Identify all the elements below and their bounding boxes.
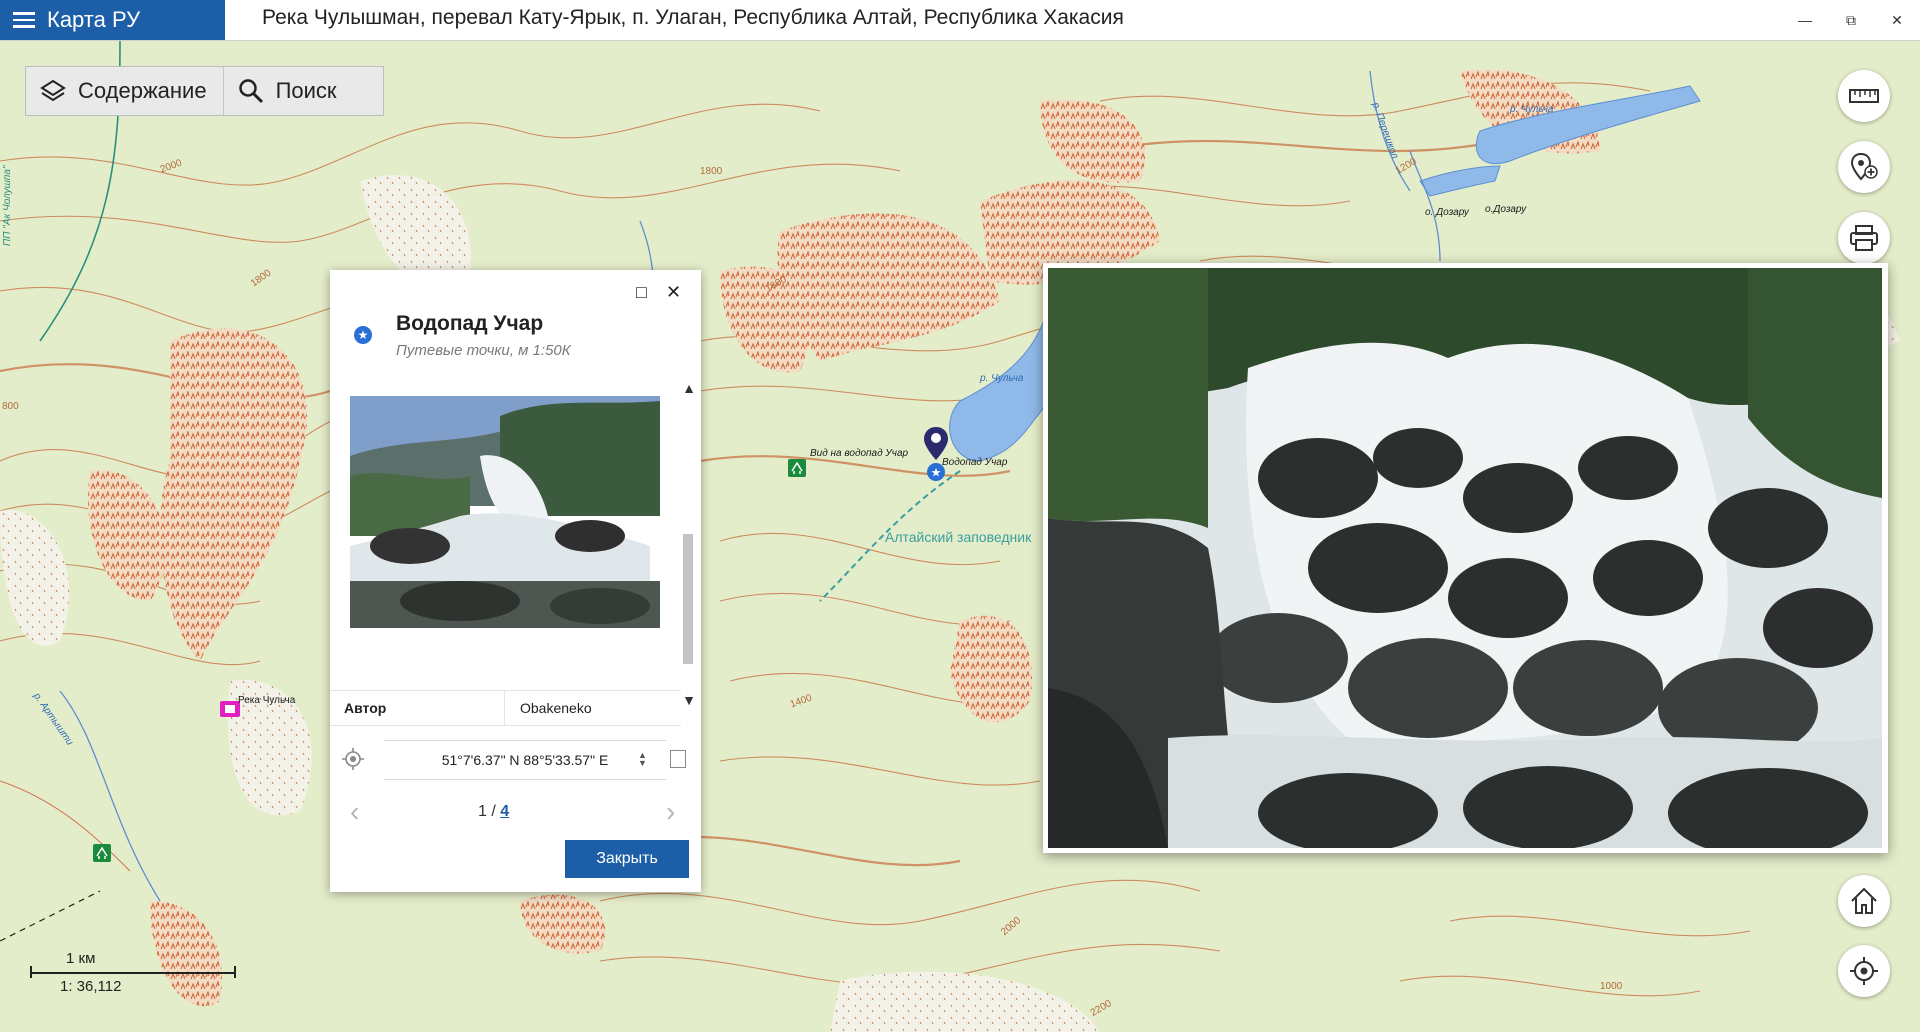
scale-ratio: 1: 36,112 (60, 978, 122, 995)
locate-button[interactable] (1838, 945, 1890, 997)
popup-scrollbar[interactable]: ▲ ▼ (680, 374, 698, 712)
expand-popup-button[interactable]: □ (636, 282, 647, 303)
map-label-road: ПП "Ак Чолушпа" (2, 165, 13, 246)
window-title: Река Чулышман, перевал Кату-Ярык, п. Ула… (262, 6, 1124, 29)
contour-label: 800 (2, 401, 19, 412)
close-icon: ✕ (666, 282, 682, 302)
home-icon (1851, 887, 1877, 914)
hamburger-icon (13, 12, 35, 28)
scroll-thumb[interactable] (683, 534, 693, 664)
measure-button[interactable] (1838, 70, 1890, 122)
minimize-button[interactable]: ― (1782, 0, 1828, 40)
prev-page-icon[interactable]: ‹ (350, 796, 359, 828)
waterfall-photo (1048, 268, 1882, 848)
camp-marker-icon[interactable] (220, 701, 240, 717)
close-button[interactable]: Закрыть (565, 840, 689, 878)
home-button[interactable] (1838, 875, 1890, 927)
svg-text:★: ★ (931, 466, 942, 480)
map-label-waterfall: Водопад Учар (942, 457, 1008, 468)
restore-icon: ⧉ (1846, 11, 1856, 28)
page-current: 1 / (478, 803, 496, 820)
app-menu-button[interactable]: Карта РУ (0, 0, 225, 40)
viewpoint-marker-icon[interactable] (788, 459, 806, 477)
close-window-button[interactable]: ✕ (1874, 0, 1920, 40)
map-label-viewpoint: Вид на водопад Учар (810, 448, 909, 459)
contour-label: 1800 (700, 166, 723, 177)
map-label-camp: Река Чульча (238, 695, 296, 706)
contour-label: 1000 (1600, 981, 1623, 992)
scroll-up-icon[interactable]: ▲ (680, 380, 698, 396)
close-popup-button[interactable]: ✕ (666, 282, 681, 303)
scale-distance: 1 км (66, 950, 96, 967)
waterfall-thumbnail[interactable] (350, 396, 660, 628)
popup-pager: ‹ 1 / 4 › (330, 796, 701, 828)
attribute-row: Автор Obakeneko (330, 690, 681, 726)
close-icon: ✕ (1891, 11, 1903, 28)
layers-icon (40, 79, 66, 102)
attribute-value: Obakeneko (520, 700, 592, 716)
coordinates-value: 51°7'6.37" N 88°5'33.57" E (441, 752, 609, 768)
add-place-icon (1850, 152, 1878, 181)
map-toolbar: Содержание Поиск (25, 66, 384, 116)
add-place-button[interactable] (1838, 141, 1890, 193)
target-icon[interactable] (342, 748, 364, 770)
search-button[interactable]: Поиск (222, 67, 383, 115)
search-label: Поиск (275, 78, 337, 103)
waterfall-photo-preview[interactable] (1043, 263, 1888, 853)
attribute-key: Автор (344, 700, 387, 716)
coordinates-field[interactable]: 51°7'6.37" N 88°5'33.57" E (384, 740, 666, 780)
print-icon (1850, 225, 1878, 251)
map-label-island-1: о. Дозару (1425, 207, 1469, 218)
coordinates-row: 51°7'6.37" N 88°5'33.57" E ▲ ▼ (342, 740, 687, 780)
app-name: Карта РУ (47, 7, 141, 32)
map-label-river-chulcha: р. Чульча (980, 373, 1024, 384)
minimize-icon: ― (1798, 12, 1812, 28)
contents-button[interactable]: Содержание (26, 67, 223, 115)
locate-icon (1850, 957, 1878, 985)
page-indicator: 1 / 4 (478, 803, 509, 821)
restore-button[interactable]: ⧉ (1828, 0, 1874, 40)
waypoint-popup: □ ✕ ★ Водопад Учар Путевые точки, м 1:50… (330, 270, 701, 892)
popup-title: Водопад Учар (396, 312, 544, 335)
ruler-icon (1849, 89, 1879, 103)
contents-label: Содержание (78, 78, 207, 103)
scale-bar: 1 км 1: 36,112 (30, 950, 240, 1000)
map-label-reserve: Алтайский заповедник (885, 529, 1032, 545)
waypoint-star-icon: ★ (354, 326, 372, 344)
print-button[interactable] (1838, 212, 1890, 264)
coordinate-format-spinner-icon[interactable]: ▲ ▼ (638, 751, 647, 768)
title-bar: Карта РУ Река Чулышман, перевал Кату-Яры… (0, 0, 1920, 41)
scroll-down-icon[interactable]: ▼ (680, 692, 698, 708)
popup-subtitle: Путевые точки, м 1:50К (396, 342, 571, 359)
expand-icon: □ (636, 282, 647, 302)
copy-icon[interactable] (670, 750, 686, 768)
picnic-marker-icon[interactable] (93, 844, 111, 862)
map-label-river-chulcha-north: р. Чульча (1510, 104, 1554, 115)
map-label-island-2: о.Дозару (1485, 204, 1527, 215)
search-icon (238, 79, 263, 104)
page-total-link[interactable]: 4 (500, 803, 509, 820)
next-page-icon[interactable]: › (666, 796, 675, 828)
